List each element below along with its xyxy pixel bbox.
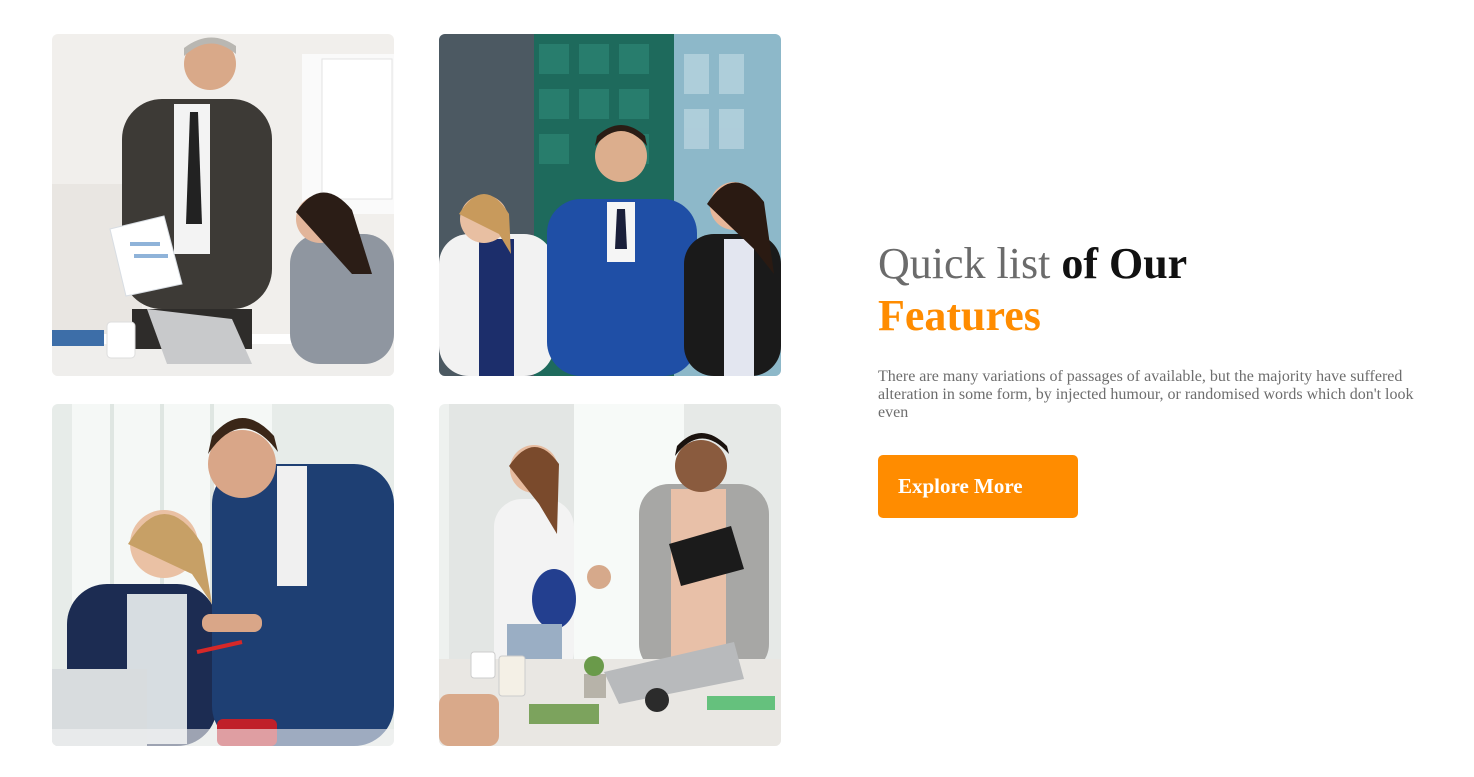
photo-colleagues-working-at-laptop [52,404,394,746]
heading-light-text: Quick list [878,239,1062,288]
features-heading: Quick list of Our Features [878,238,1438,342]
photo-handshake-in-meeting-room [439,404,781,746]
photo-team-in-front-of-office-building [439,34,781,376]
features-content: Quick list of Our Features There are many… [878,238,1438,518]
heading-bold-text: of Our [1061,239,1188,288]
features-section: Quick list of Our Features There are many… [0,0,1474,777]
photo-senior-manager-reviewing-document [52,34,394,376]
heading-accent-text: Features [878,291,1041,340]
explore-more-button[interactable]: Explore More [878,455,1078,518]
features-description: There are many variations of passages of… [878,368,1414,421]
